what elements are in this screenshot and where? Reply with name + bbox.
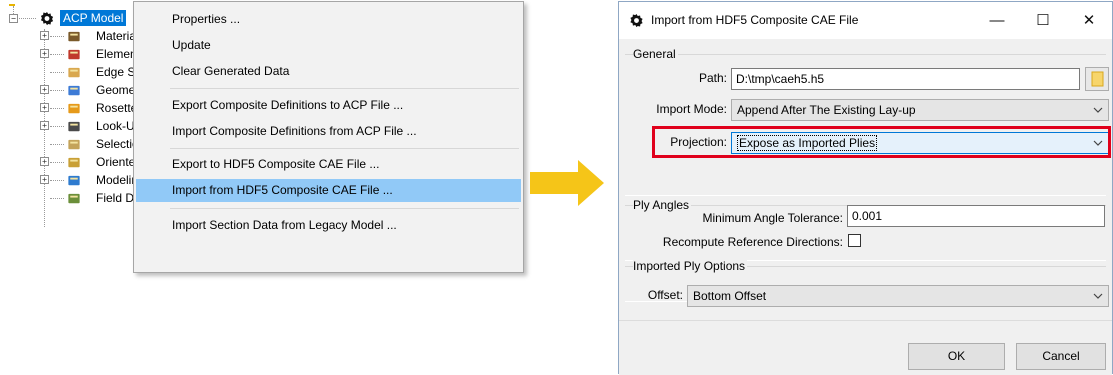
element-sets-icon [68,49,80,60]
ply-angles-group-title: Ply Angles [633,198,692,212]
dialog-title: Import from HDF5 Composite CAE File [651,13,859,27]
dialog-footer: OK Cancel [619,320,1112,375]
expand-toggle[interactable]: + [40,157,49,166]
gear-icon [630,13,643,28]
browse-button[interactable] [1085,67,1109,91]
expand-toggle[interactable]: + [40,31,49,40]
selection-rules-icon [68,139,80,150]
menu-separator [170,88,519,89]
menu-item-import-hdf5[interactable]: Import from HDF5 Composite CAE File ... [136,179,521,202]
cancel-button[interactable]: Cancel [1016,343,1106,370]
tolerance-label: Minimum Angle Tolerance: [702,211,843,225]
materials-icon [68,31,80,42]
menu-separator [170,148,519,149]
menu-item-import-section-data[interactable]: Import Section Data from Legacy Model ..… [136,214,521,237]
expand-toggle[interactable]: + [40,103,49,112]
path-label: Path: [698,71,727,85]
menu-item-properties[interactable]: Properties ... [136,8,521,31]
projection-highlight-box [652,126,1111,158]
close-button[interactable]: ✕ [1066,2,1112,39]
expand-toggle[interactable]: + [40,85,49,94]
field-definitions-icon [68,193,80,204]
chevron-down-icon [1093,107,1103,113]
tree-top-stub [9,4,15,6]
maximize-button[interactable]: ☐ [1020,2,1066,39]
geometry-icon [68,85,80,96]
offset-value: Bottom Offset [693,289,767,303]
menu-item-export-hdf5[interactable]: Export to HDF5 Composite CAE File ... [136,153,521,176]
chevron-down-icon [1093,293,1103,299]
import-mode-value: Append After The Existing Lay-up [737,103,916,117]
offset-select[interactable]: Bottom Offset [687,285,1109,307]
callout-arrow-icon [530,160,604,206]
oriented-selection-sets-icon [68,157,80,168]
recompute-checkbox[interactable] [848,234,861,247]
expand-toggle[interactable]: + [40,49,49,58]
menu-item-export-acp[interactable]: Export Composite Definitions to ACP File… [136,94,521,117]
gear-icon [40,11,54,26]
minimize-button[interactable]: — [974,2,1020,39]
expand-toggle[interactable]: + [40,175,49,184]
import-hdf5-dialog: Import from HDF5 Composite CAE File — ☐ … [618,1,1113,375]
rosettes-icon [68,103,80,114]
edge-sets-icon [68,67,80,78]
model-tree: − ACP Model + Materials + Element Sets Edge … [0,0,222,240]
tolerance-input[interactable]: 0.001 [847,205,1105,227]
menu-separator [170,208,519,209]
tree-root-label[interactable]: ACP Model [60,10,127,26]
modeling-groups-icon [68,175,80,186]
general-group-title: General [633,47,678,61]
collapse-toggle[interactable]: − [9,14,18,23]
path-input[interactable]: D:\tmp\caeh5.h5 [731,68,1080,90]
lookup-tables-icon [68,121,80,132]
dialog-titlebar[interactable]: Import from HDF5 Composite CAE File — ☐ … [619,2,1112,39]
folder-icon [1091,71,1104,87]
expand-toggle[interactable]: + [40,121,49,130]
offset-label: Offset: [647,288,683,302]
import-mode-label: Import Mode: [656,102,727,116]
ok-button[interactable]: OK [908,343,1005,370]
imported-ply-options-title: Imported Ply Options [633,259,748,273]
menu-item-clear-generated-data[interactable]: Clear Generated Data [136,60,521,83]
recompute-label: Recompute Reference Directions: [662,235,843,249]
menu-item-update[interactable]: Update [136,34,521,57]
menu-item-import-acp[interactable]: Import Composite Definitions from ACP Fi… [136,120,521,143]
import-mode-select[interactable]: Append After The Existing Lay-up [731,99,1109,121]
context-menu: Properties ... Update Clear Generated Da… [133,1,524,273]
